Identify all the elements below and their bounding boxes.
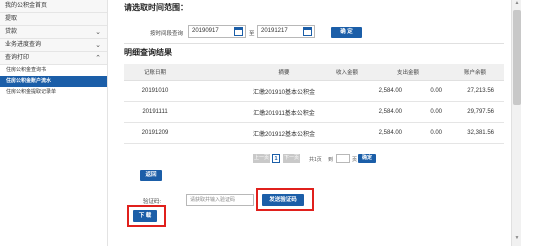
cell-date: 20191209 bbox=[141, 130, 169, 136]
sidebar-subitem-label: 住房公积金账户流水 bbox=[6, 78, 52, 84]
cell-date: 20191010 bbox=[141, 88, 169, 94]
sidebar-item-home[interactable]: 我的公积金首页 bbox=[0, 0, 107, 13]
sidebar-subitem-account-flow[interactable]: 住房公积金账户流水 bbox=[0, 76, 107, 87]
cell-income: 2,584.00 bbox=[378, 88, 402, 94]
vertical-scrollbar[interactable]: ▲ ▼ bbox=[511, 0, 521, 246]
sidebar-item-label: 提取 bbox=[5, 16, 18, 22]
table-row: 20191111 汇缴201911基本公积金 2,584.00 0.00 29,… bbox=[124, 102, 504, 123]
next-page-button[interactable]: 下一页 bbox=[283, 154, 300, 163]
header-date: 记账日期 bbox=[143, 70, 166, 76]
page-number-input[interactable] bbox=[336, 154, 350, 163]
header-expense: 支出金额 bbox=[396, 70, 419, 76]
total-pages-text: 共1页 bbox=[309, 157, 322, 163]
sidebar-subitem-statement[interactable]: 住房公积金查询书 bbox=[0, 65, 107, 76]
sidebar-subitem-label: 住房公积金查询书 bbox=[6, 67, 47, 73]
current-page-button[interactable]: 1 bbox=[272, 154, 280, 163]
sidebar-item-query-print[interactable]: 查询打印 ⌃ bbox=[0, 52, 107, 65]
sidebar-item-label: 我的公积金首页 bbox=[5, 3, 48, 9]
sidebar-item-loan[interactable]: 贷款 ⌄ bbox=[0, 26, 107, 39]
results-table: 记账日期 摘要 收入金额 支出金额 账户余额 20191010 汇缴201910… bbox=[124, 64, 504, 144]
table-row: 20191010 汇缴201910基本公积金 2,584.00 0.00 27,… bbox=[124, 81, 504, 102]
scrollbar-thumb[interactable] bbox=[513, 10, 521, 105]
confirm-query-button[interactable]: 确 定 bbox=[331, 27, 362, 38]
cell-income: 2,584.00 bbox=[378, 130, 402, 136]
table-row: 20191209 汇缴201912基本公积金 2,584.00 0.00 32,… bbox=[124, 123, 504, 144]
sidebar-item-label: 业务进度查询 bbox=[5, 42, 42, 48]
header-balance: 账户余额 bbox=[463, 70, 486, 76]
sidebar-subitem-label: 住房公积金提取记录单 bbox=[6, 89, 57, 95]
chevron-down-icon: ⌄ bbox=[95, 42, 101, 49]
chevron-down-icon: ⌄ bbox=[95, 29, 101, 36]
sidebar-subitem-withdraw-record[interactable]: 住房公积金提取记录单 bbox=[0, 87, 107, 98]
start-date-value: 20190917 bbox=[192, 28, 219, 34]
page-unit-label: 页 bbox=[352, 157, 358, 163]
query-section-title: 请选取时间范围： bbox=[124, 3, 188, 12]
scroll-down-icon[interactable]: ▼ bbox=[512, 235, 522, 244]
scroll-up-icon[interactable]: ▲ bbox=[512, 0, 522, 9]
verify-code-input[interactable]: 请获取并输入验证码 bbox=[186, 194, 254, 206]
to-label: 至 bbox=[249, 31, 255, 37]
verify-code-label: 验证码: bbox=[143, 199, 162, 205]
back-button[interactable]: 返回 bbox=[140, 170, 162, 181]
cell-date: 20191111 bbox=[142, 109, 168, 115]
chevron-up-icon: ⌃ bbox=[95, 55, 101, 62]
sidebar-item-label: 查询打印 bbox=[5, 55, 30, 61]
calendar-icon[interactable] bbox=[234, 27, 243, 36]
end-date-value: 20191217 bbox=[261, 28, 288, 34]
cell-balance: 29,797.56 bbox=[467, 109, 494, 115]
end-date-input[interactable]: 20191217 bbox=[257, 25, 315, 38]
cell-balance: 32,381.56 bbox=[467, 130, 494, 136]
cell-balance: 27,213.56 bbox=[467, 88, 494, 94]
cell-income: 2,584.00 bbox=[378, 109, 402, 115]
table-header: 记账日期 摘要 收入金额 支出金额 账户余额 bbox=[124, 64, 504, 81]
prev-page-button[interactable]: 上一页 bbox=[253, 154, 270, 163]
download-button[interactable]: 下 载 bbox=[133, 210, 157, 222]
sidebar-item-progress[interactable]: 业务进度查询 ⌄ bbox=[0, 39, 107, 52]
divider bbox=[124, 43, 504, 44]
sidebar-item-label: 贷款 bbox=[5, 29, 18, 35]
goto-label: 到 bbox=[328, 157, 334, 163]
send-code-button[interactable]: 发送验证码 bbox=[262, 194, 304, 206]
goto-page-button[interactable]: 确定 bbox=[358, 154, 376, 163]
header-income: 收入金额 bbox=[335, 70, 358, 76]
sidebar-item-withdraw[interactable]: 提取 bbox=[0, 13, 107, 26]
start-date-input[interactable]: 20190917 bbox=[188, 25, 246, 38]
results-section-title: 明细查询结果 bbox=[124, 48, 172, 57]
calendar-icon[interactable] bbox=[303, 27, 312, 36]
range-label: 按时间段查询 bbox=[150, 31, 184, 37]
sidebar: 我的公积金首页 提取 贷款 ⌄ 业务进度查询 ⌄ 查询打印 ⌃ 住房公积金查询书… bbox=[0, 0, 108, 246]
